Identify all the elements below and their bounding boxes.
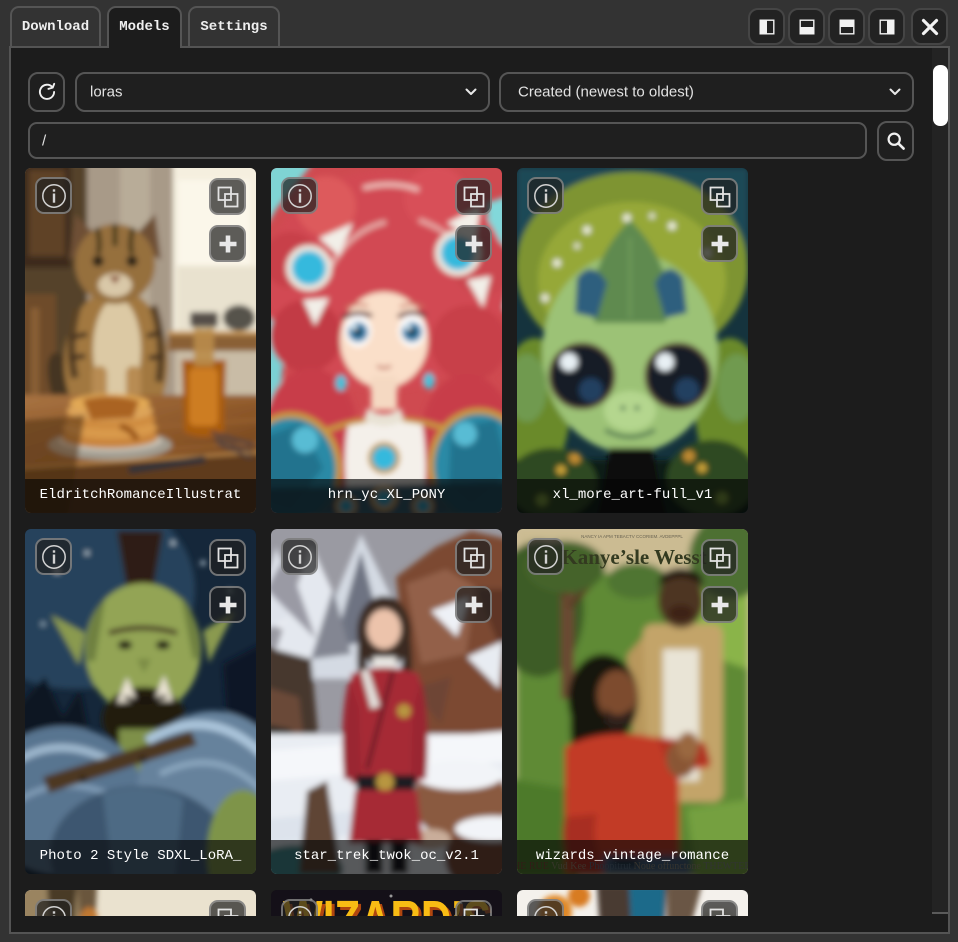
svg-text:NANCY IA APM TEBACTV CCORIEM: NANCY IA APM TEBACTV CCORIEM. AVDEPPPL <box>581 534 683 539</box>
svg-text:Kanye’sle Wesst: Kanye’sle Wesst <box>561 545 706 569</box>
